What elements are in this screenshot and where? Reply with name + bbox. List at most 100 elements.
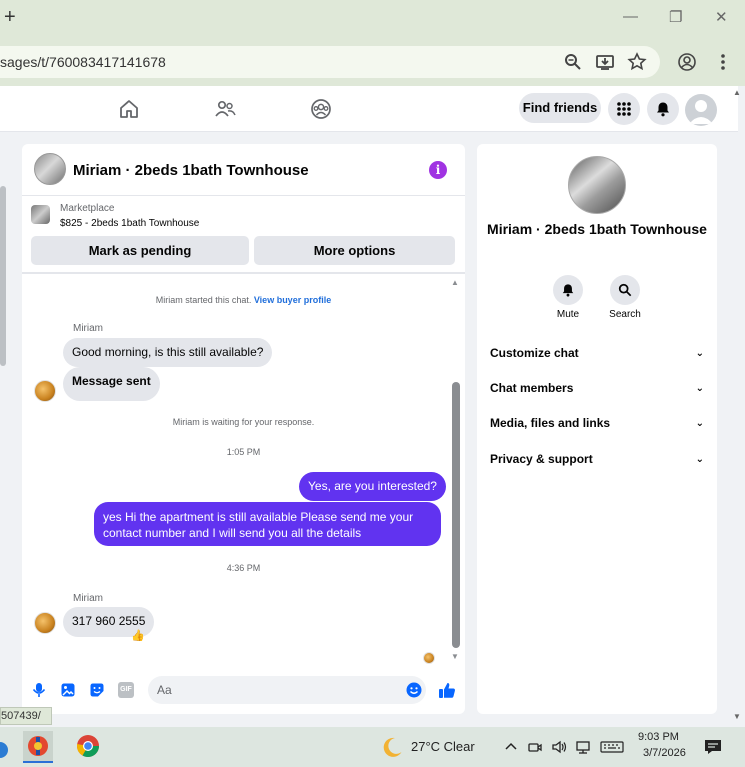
bookmark-star-icon[interactable] [627,52,647,72]
timestamp: 1:05 PM [226,447,261,457]
chevron-down-icon: ⌄ [695,454,704,465]
listing-photo-avatar[interactable] [568,156,626,214]
sender-name: Miriam [73,593,103,604]
weather-text[interactable]: 27°C Clear [411,739,475,754]
marketplace-thumbnail[interactable] [31,205,50,224]
link-status-bar: 507439/ [0,707,52,725]
incoming-message[interactable]: Message sent [63,367,160,401]
app-icon [0,742,8,758]
photo-icon[interactable] [60,682,76,698]
zoom-icon[interactable] [563,52,583,72]
chat-scrollbar-thumb[interactable] [452,382,460,648]
chat-started-text: Miriam started this chat. [155,295,252,305]
privacy-support-row[interactable]: Privacy & support ⌄ [490,452,704,472]
media-files-links-row[interactable]: Media, files and links ⌄ [490,416,704,436]
row-label: Chat members [490,381,574,395]
home-icon[interactable] [118,98,140,120]
customize-chat-row[interactable]: Customize chat ⌄ [490,346,704,366]
row-label: Customize chat [490,346,579,360]
marketplace-item[interactable]: $825 - 2beds 1bath Townhouse [60,218,199,229]
chevron-up-icon[interactable] [503,739,519,755]
chat-info-panel: Miriam · 2beds 1bath Townhouse Mute Sear… [477,144,717,714]
keyboard-icon[interactable] [600,739,624,755]
windows-taskbar: 27°C Clear 9:03 PM 3/7/2026 [0,727,745,767]
close-window-button[interactable]: ✕ [715,8,728,26]
info-panel-title: Miriam · 2beds 1bath Townhouse [487,221,707,237]
view-buyer-profile-link[interactable]: View buyer profile [254,295,331,305]
chevron-down-icon: ⌄ [695,418,704,429]
microphone-icon[interactable] [31,682,47,698]
info-icon[interactable]: i [429,161,447,179]
chrome-menu-icon[interactable] [713,52,733,72]
outgoing-message[interactable]: Yes, are you interested? [299,472,446,501]
friends-icon[interactable] [214,98,236,120]
divider [22,272,465,274]
facebook-top-nav: Find friends [0,86,738,132]
mute-button[interactable] [553,275,583,305]
address-bar[interactable]: sages/t/760083417141678 [0,46,660,78]
scroll-up-arrow[interactable]: ▲ [451,278,459,287]
marketplace-label: Marketplace [60,203,115,214]
address-url[interactable]: sages/t/760083417141678 [0,54,166,70]
find-friends-button[interactable]: Find friends [519,93,601,123]
incoming-message[interactable]: Good morning, is this still available? [63,338,273,367]
sender-avatar[interactable] [34,612,56,634]
thumbs-up-send-icon[interactable] [438,681,456,699]
install-app-icon[interactable] [595,52,615,72]
mark-as-pending-button[interactable]: Mark as pending [31,236,249,265]
row-label: Privacy & support [490,452,593,466]
message-composer: GIF [22,674,465,706]
grid-menu-icon [617,102,631,116]
account-avatar[interactable] [685,94,717,126]
search-icon [618,283,632,297]
gif-icon[interactable]: GIF [118,682,134,698]
menu-button[interactable] [608,93,640,125]
browser-titlebar: + — ❐ ✕ [0,0,745,40]
search-in-chat-button[interactable] [610,275,640,305]
sender-avatar[interactable] [34,380,56,402]
outgoing-message[interactable]: yes Hi the apartment is still available … [94,502,441,546]
sender-name: Miriam [73,323,103,334]
more-options-button[interactable]: More options [254,236,455,265]
notifications-button[interactable] [647,93,679,125]
chevron-down-icon: ⌄ [695,383,704,394]
chrome-taskbar-button[interactable] [73,731,103,763]
minimize-button[interactable]: — [623,8,638,25]
page-left-scrollbar[interactable] [0,186,6,366]
chat-started-notice: Miriam started this chat. View buyer pro… [22,295,465,305]
new-tab-button[interactable]: + [4,6,16,29]
timestamp: 4:36 PM [226,563,261,573]
search-label: Search [609,309,641,320]
page-scroll-down-arrow[interactable]: ▼ [733,712,741,721]
page-scroll-up-arrow[interactable]: ▲ [733,88,741,97]
browser-toolbar: sages/t/760083417141678 [0,40,745,86]
chrome-profile-icon[interactable] [677,52,697,72]
chevron-down-icon: ⌄ [695,348,704,359]
message-input[interactable] [148,676,426,704]
emoji-icon[interactable] [406,682,422,698]
row-label: Media, files and links [490,416,611,430]
taskbar-app-partial[interactable] [0,731,12,763]
scroll-down-arrow[interactable]: ▼ [451,652,459,661]
default-user-icon [689,100,713,124]
chat-panel: Miriam · 2beds 1bath Townhouse i Marketp… [22,144,465,714]
chat-members-row[interactable]: Chat members ⌄ [490,381,704,401]
chat-title[interactable]: Miriam · 2beds 1bath Townhouse [73,162,309,179]
groups-icon[interactable] [310,98,332,120]
bell-icon [562,284,574,297]
speaker-icon[interactable] [551,739,567,755]
camera-icon[interactable] [527,739,543,755]
chat-listing-avatar[interactable] [34,153,66,185]
moon-icon[interactable] [380,735,404,759]
notification-center-icon[interactable] [704,739,722,755]
network-icon[interactable] [575,739,591,755]
waiting-notice: Miriam is waiting for your response. [172,417,315,427]
clock-date[interactable]: 3/7/2026 [643,747,686,759]
bell-icon [657,102,669,117]
clock-time[interactable]: 9:03 PM [638,731,679,743]
sticker-icon[interactable] [89,682,105,698]
thumbs-up-reaction[interactable]: 👍 [131,629,145,642]
restore-button[interactable]: ❐ [669,8,682,26]
chat-header: Miriam · 2beds 1bath Townhouse i [22,144,465,196]
taskbar-app-active[interactable] [23,731,53,763]
